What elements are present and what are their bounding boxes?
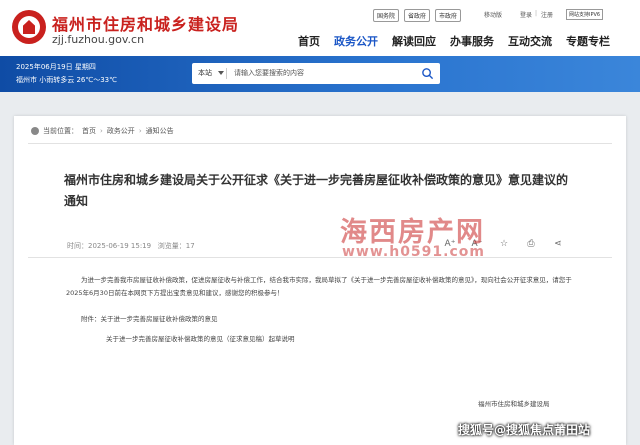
breadcrumb-prefix: 当前位置： <box>43 127 78 135</box>
search-icon[interactable] <box>421 67 434 80</box>
site-logo-icon[interactable] <box>12 10 46 44</box>
nav-hudong[interactable]: 互动交流 <box>508 33 552 49</box>
issuing-organization: 福州市住房和城乡建设局 <box>478 400 550 408</box>
site-header: 福州市住房和城乡建设局 zjj.fuzhou.gov.cn 国务院 省政府 市政… <box>0 0 640 56</box>
breadcrumb-separator: › <box>100 127 103 135</box>
location-icon <box>31 127 39 135</box>
meta-divider <box>28 257 612 258</box>
link-shizhengfu[interactable]: 市政府 <box>435 9 462 22</box>
breadcrumb-zhengwu[interactable]: 政务公开 <box>107 126 135 136</box>
share-icon[interactable]: ⋖ <box>552 239 564 249</box>
site-title[interactable]: 福州市住房和城乡建设局 <box>52 11 239 35</box>
nav-home[interactable]: 首页 <box>298 33 320 49</box>
util-separator: | <box>535 10 538 17</box>
nav-jiedu[interactable]: 解读回应 <box>392 33 436 49</box>
date-text: 2025年06月19日 星期四 <box>16 63 96 71</box>
login-link[interactable]: 登录 <box>520 10 532 19</box>
breadcrumb-notice[interactable]: 通知公告 <box>146 126 174 136</box>
publish-time: 时间：2025-06-19 15:19 <box>67 242 152 250</box>
search-divider <box>226 68 227 79</box>
breadcrumb: 当前位置： 首页 › 政务公开 › 通知公告 <box>31 126 174 136</box>
view-count: 浏览量：17 <box>157 242 195 250</box>
top-banner: 2025年06月19日 星期四 福州市 小雨转多云 26℃～33℃ 本站 请输入… <box>0 56 640 92</box>
favorite-icon[interactable]: ☆ <box>498 239 510 249</box>
search-input[interactable]: 请输入您要搜索的内容 <box>234 68 304 78</box>
nav-zhengwu[interactable]: 政务公开 <box>334 33 378 49</box>
article-title: 福州市住房和城乡建设局关于公开征求《关于进一步完善房屋征收补偿政策的意见》意见建… <box>64 173 569 208</box>
search-scope-select[interactable]: 本站 <box>198 68 212 78</box>
link-guowuyuan[interactable]: 国务院 <box>373 9 400 22</box>
article-paragraph: 为进一步完善我市房屋征收补偿政策，促进房屋征收与补偿工作，结合我市实际，我局草拟… <box>66 276 572 297</box>
source-watermark: 搜狐号@搜狐焦点莆田站 <box>458 423 591 437</box>
site-url: zjj.fuzhou.gov.cn <box>52 33 145 46</box>
attachment-file-link[interactable]: 关于进一步完善房屋征收补偿政策的意见（征求意见稿）起草说明 <box>106 333 295 346</box>
weather-text: 福州市 小雨转多云 26℃～33℃ <box>16 76 117 84</box>
search-bar: 本站 请输入您要搜索的内容 <box>192 63 440 84</box>
mobile-version-link[interactable]: 移动版 <box>484 10 502 19</box>
breadcrumb-divider <box>28 143 612 144</box>
attachment-label[interactable]: 附件：关于进一步完善房屋征收补偿政策的意见 <box>81 313 218 326</box>
link-shengzhengfu[interactable]: 省政府 <box>404 9 431 22</box>
print-icon[interactable]: ⎙ <box>525 239 537 249</box>
watermark-url: www.h0591.com <box>342 244 485 260</box>
chevron-down-icon <box>218 71 224 75</box>
breadcrumb-home[interactable]: 首页 <box>82 126 96 136</box>
top-links: 国务院 省政府 市政府 <box>373 9 462 22</box>
nav-zhuanti[interactable]: 专题专栏 <box>566 33 610 49</box>
article-meta: 时间：2025-06-19 15:19 浏览量：17 <box>67 241 195 251</box>
nav-banshi[interactable]: 办事服务 <box>450 33 494 49</box>
breadcrumb-separator: › <box>138 127 142 135</box>
main-nav: 首页 政务公开 解读回应 办事服务 互动交流 专题专栏 <box>298 33 610 49</box>
ipv6-badge: 网站支持IPV6 <box>566 9 604 20</box>
register-link[interactable]: 注册 <box>541 10 553 19</box>
article-card: 当前位置： 首页 › 政务公开 › 通知公告 福州市住房和城乡建设局关于公开征求… <box>14 116 626 445</box>
